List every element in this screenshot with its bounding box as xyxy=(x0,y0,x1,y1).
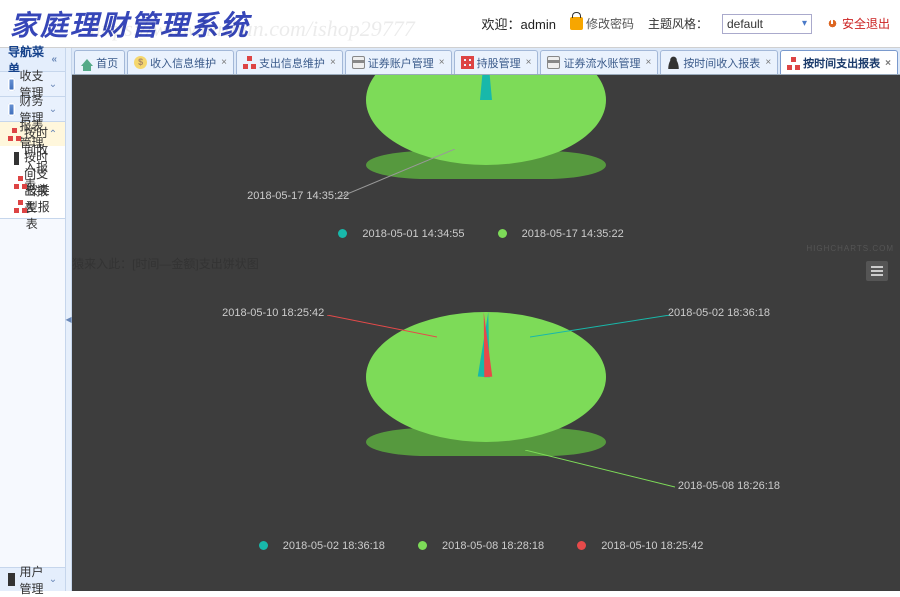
close-icon[interactable]: × xyxy=(645,57,651,68)
chart-menu-button[interactable] xyxy=(866,261,888,281)
tab-bar: 首页 $收入信息维护 × 支出信息维护 × 证券账户管理 × 持股管理 × 证券流水账管… xyxy=(72,48,900,75)
legend-label: 2018-05-08 18:28:18 xyxy=(442,540,544,552)
tab-expense-maintain[interactable]: 支出信息维护 × xyxy=(236,50,343,74)
tab-income-maintain[interactable]: $收入信息维护 × xyxy=(127,50,234,74)
chart-credit: HIGHCHARTS.COM xyxy=(806,244,894,253)
tab-label: 首页 xyxy=(96,55,118,71)
change-password-label: 修改密码 xyxy=(586,15,634,32)
close-icon[interactable]: × xyxy=(885,58,891,69)
close-icon[interactable]: × xyxy=(330,57,336,68)
close-icon[interactable]: × xyxy=(221,57,227,68)
leader-line xyxy=(525,450,675,490)
logout-link[interactable]: 安全退出 xyxy=(826,15,890,32)
sidebar-label: 用户管理 xyxy=(20,563,44,597)
lock-icon xyxy=(570,17,583,30)
legend-label: 2018-05-17 14:35:22 xyxy=(522,228,624,240)
collapse-icon[interactable]: « xyxy=(52,54,58,65)
tab-label: 收入信息维护 xyxy=(150,55,216,71)
tree-item-by-type[interactable]: 按类型报表 xyxy=(0,194,65,218)
change-password-link[interactable]: 修改密码 xyxy=(570,15,634,32)
tab-label: 持股管理 xyxy=(477,55,521,71)
chevron-down-icon: ⌄ xyxy=(49,79,57,90)
chart-2: 猿来入此：[时间—金额]支出饼状图 2018-05-10 18:25:42 20… xyxy=(72,255,900,565)
chevron-down-icon: ▾ xyxy=(802,18,807,29)
tab-securities-flow[interactable]: 证券流水账管理 × xyxy=(540,50,658,74)
chart-1: 2018-05-17 14:35:22 2018-05-01 14:34:55 … xyxy=(72,75,900,255)
hierarchy-icon xyxy=(14,176,19,189)
tree-label: 按类型报表 xyxy=(26,181,57,232)
chart-legend: 2018-05-01 14:34:55 2018-05-17 14:35:22 xyxy=(72,218,900,252)
grid-icon xyxy=(461,56,474,69)
logout-label: 安全退出 xyxy=(842,15,890,32)
tab-label: 按时间收入报表 xyxy=(683,55,760,71)
leader-line xyxy=(530,315,670,340)
close-icon[interactable]: × xyxy=(439,57,445,68)
legend-label: 2018-05-02 18:36:18 xyxy=(283,540,385,552)
chart-title: 猿来入此：[时间—金额]支出饼状图 xyxy=(72,255,900,272)
person-icon xyxy=(14,152,19,165)
main: 首页 $收入信息维护 × 支出信息维护 × 证券账户管理 × 持股管理 × 证券流水账管… xyxy=(72,48,900,591)
theme-value: default xyxy=(727,17,763,31)
legend-item[interactable]: 2018-05-17 14:35:22 xyxy=(498,228,634,240)
sidebar-item-user[interactable]: 用户管理 ⌄ xyxy=(0,567,65,591)
card-icon xyxy=(352,56,365,69)
chart-label: 2018-05-02 18:36:18 xyxy=(668,307,770,319)
person-icon xyxy=(667,56,680,69)
legend-item[interactable]: 2018-05-10 18:25:42 xyxy=(577,540,713,552)
tab-expense-report[interactable]: 按时间支出报表 × xyxy=(780,50,898,75)
ledger-icon xyxy=(8,103,15,116)
card-icon xyxy=(547,56,560,69)
tab-home[interactable]: 首页 xyxy=(74,50,125,74)
money-icon: $ xyxy=(134,56,147,69)
ledger-icon xyxy=(8,78,15,91)
legend-label: 2018-05-01 14:34:55 xyxy=(362,228,464,240)
chart-label: 2018-05-10 18:25:42 xyxy=(222,307,324,319)
leader-line xyxy=(335,149,455,209)
app-logo: 家庭理财管理系统 xyxy=(10,4,250,44)
content-area[interactable]: 2018-05-17 14:35:22 2018-05-01 14:34:55 … xyxy=(72,75,900,591)
chevron-down-icon: ⌄ xyxy=(49,574,57,585)
hierarchy-icon xyxy=(787,57,800,70)
tab-holdings[interactable]: 持股管理 × xyxy=(454,50,539,74)
tab-label: 按时间支出报表 xyxy=(803,55,880,71)
tab-label: 证券流水账管理 xyxy=(563,55,640,71)
tab-income-report[interactable]: 按时间收入报表 × xyxy=(660,50,778,74)
chart-label: 2018-05-08 18:26:18 xyxy=(678,480,780,492)
tab-securities-account[interactable]: 证券账户管理 × xyxy=(345,50,452,74)
user-icon xyxy=(8,573,15,586)
legend-label: 2018-05-10 18:25:42 xyxy=(601,540,703,552)
tab-label: 证券账户管理 xyxy=(368,55,434,71)
sidebar: 导航菜单 « 收支管理 ⌄ 财务管理 ⌄ 报表管理 ⌃ xyxy=(0,48,66,591)
close-icon[interactable]: × xyxy=(765,57,771,68)
hierarchy-icon xyxy=(14,200,21,213)
welcome-text: 欢迎：admin xyxy=(482,14,556,33)
hierarchy-icon xyxy=(8,128,15,141)
power-icon xyxy=(826,17,839,30)
chart-legend: 2018-05-02 18:36:18 2018-05-08 18:28:18 … xyxy=(72,530,900,564)
legend-item[interactable]: 2018-05-02 18:36:18 xyxy=(259,540,395,552)
tab-label: 支出信息维护 xyxy=(259,55,325,71)
theme-select[interactable]: default ▾ xyxy=(722,14,812,34)
home-icon xyxy=(81,59,93,66)
close-icon[interactable]: × xyxy=(526,57,532,68)
chevron-down-icon: ⌄ xyxy=(49,104,57,115)
legend-item[interactable]: 2018-05-01 14:34:55 xyxy=(338,228,474,240)
legend-item[interactable]: 2018-05-08 18:28:18 xyxy=(418,540,554,552)
theme-label: 主题风格： xyxy=(648,15,708,32)
hierarchy-icon xyxy=(243,56,256,69)
header: 家庭理财管理系统 欢迎：admin 修改密码 主题风格： default ▾ 安… xyxy=(0,0,900,48)
leader-line xyxy=(327,315,437,340)
chart-label: 2018-05-17 14:35:22 xyxy=(247,190,349,202)
